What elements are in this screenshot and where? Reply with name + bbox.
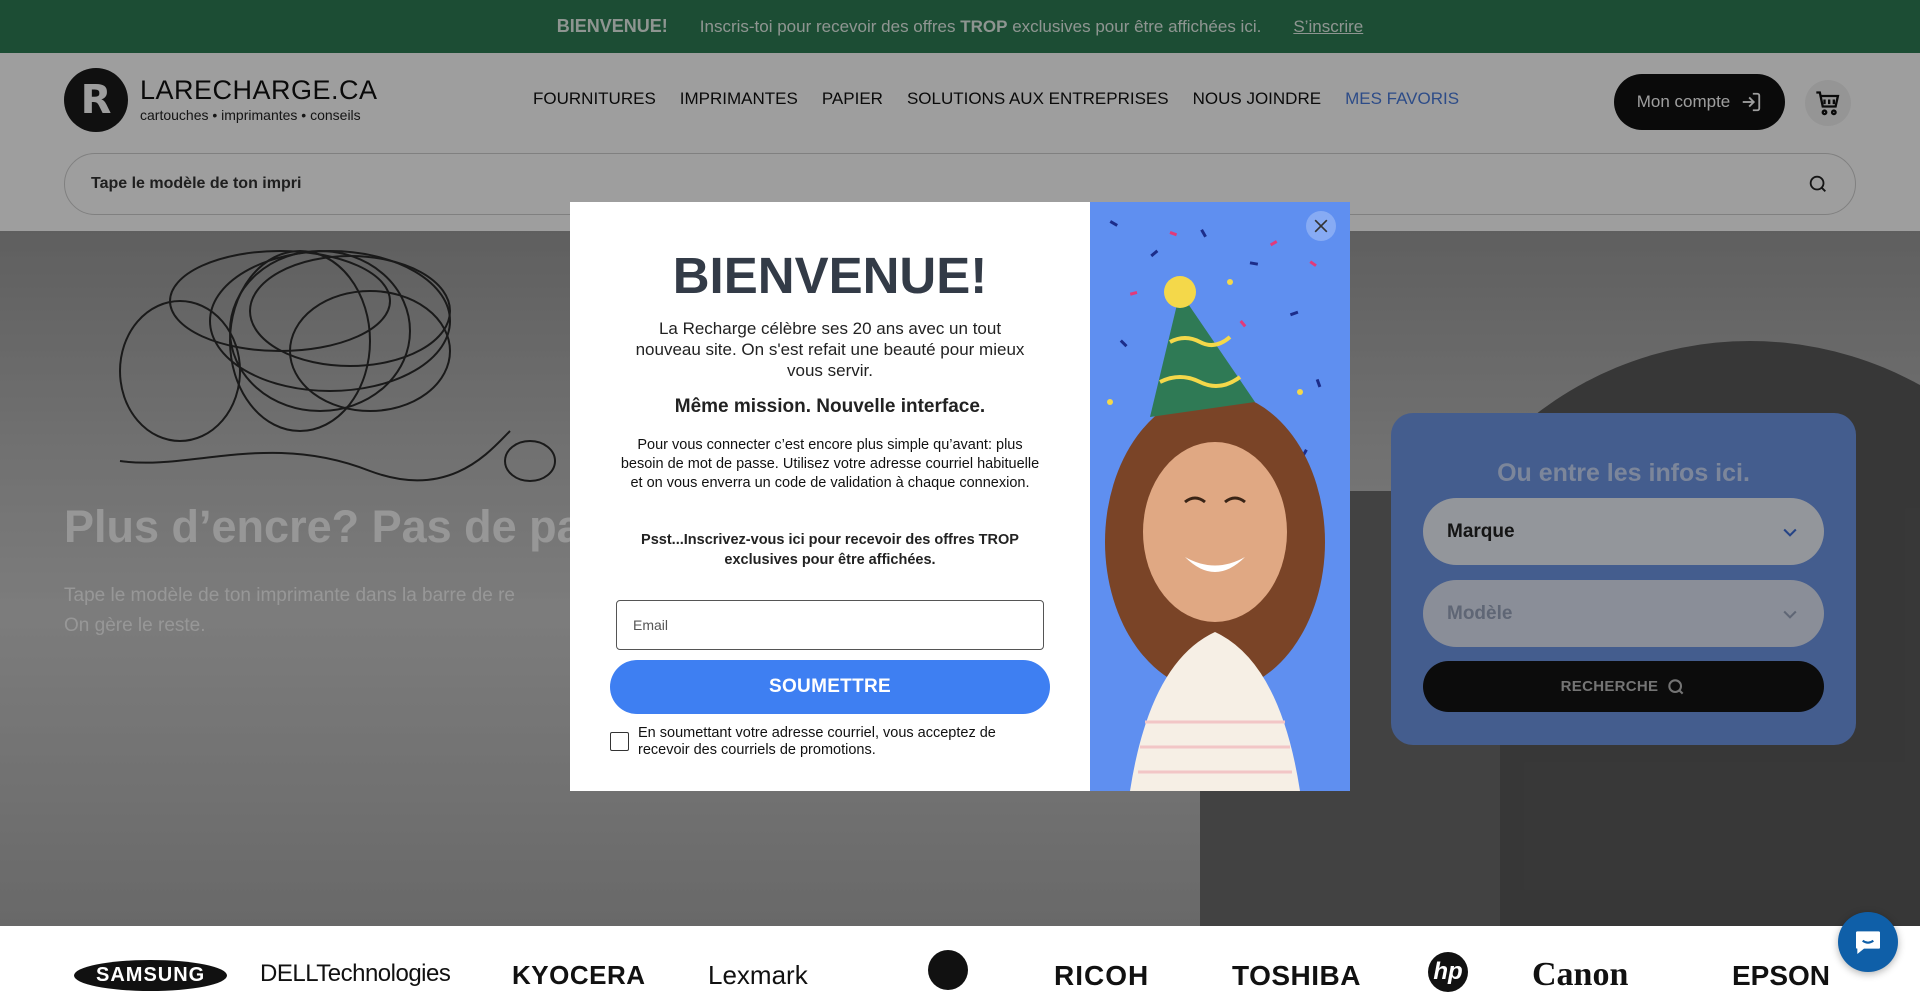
brand-logo-ricoh[interactable]: RICOH	[1054, 960, 1149, 992]
chat-icon	[1856, 931, 1880, 954]
consent-checkbox[interactable]	[610, 732, 629, 751]
modal-content: BIENVENUE! La Recharge célèbre ses 20 an…	[570, 202, 1090, 791]
brand-logo-lexmark[interactable]: Lexmark	[708, 960, 808, 991]
consent-label: En soumettant votre adresse courriel, vo…	[638, 725, 996, 758]
modal-intro: La Recharge célèbre ses 20 ans avec un t…	[635, 319, 1025, 380]
brand-logo-kyocera[interactable]: KYOCERA	[512, 960, 646, 991]
modal-body: Pour vous connecter c’est encore plus si…	[620, 437, 1040, 491]
modal-headline: Même mission. Nouvelle interface.	[674, 396, 986, 417]
modal-title: BIENVENUE!	[672, 247, 988, 304]
brand-logo-konica-minolta[interactable]	[928, 950, 968, 990]
submit-button[interactable]: SOUMETTRE	[610, 660, 1050, 714]
brand-logo-toshiba[interactable]: TOSHIBA	[1232, 960, 1361, 992]
welcome-modal: BIENVENUE! La Recharge célèbre ses 20 an…	[570, 202, 1350, 791]
chat-button[interactable]	[1838, 912, 1898, 972]
close-icon	[1314, 219, 1328, 233]
brand-logo-dell[interactable]: DELLTechnologies	[260, 960, 451, 988]
email-field[interactable]	[616, 600, 1044, 650]
brand-logo-epson[interactable]: EPSON	[1732, 960, 1830, 992]
brand-logo-hp[interactable]: hp	[1428, 952, 1468, 992]
brand-logos-strip: SAMSUNG DELLTechnologies KYOCERA Lexmark…	[0, 926, 1920, 993]
party-woman-illustration	[1090, 202, 1350, 791]
modal-close-button[interactable]	[1306, 211, 1336, 241]
modal-promo: Psst...Inscrivez-vous ici pour recevoir …	[641, 532, 1019, 568]
modal-party-image	[1090, 202, 1350, 791]
brand-logo-canon[interactable]: Canon	[1532, 956, 1628, 993]
brand-logo-samsung[interactable]: SAMSUNG	[74, 960, 228, 991]
